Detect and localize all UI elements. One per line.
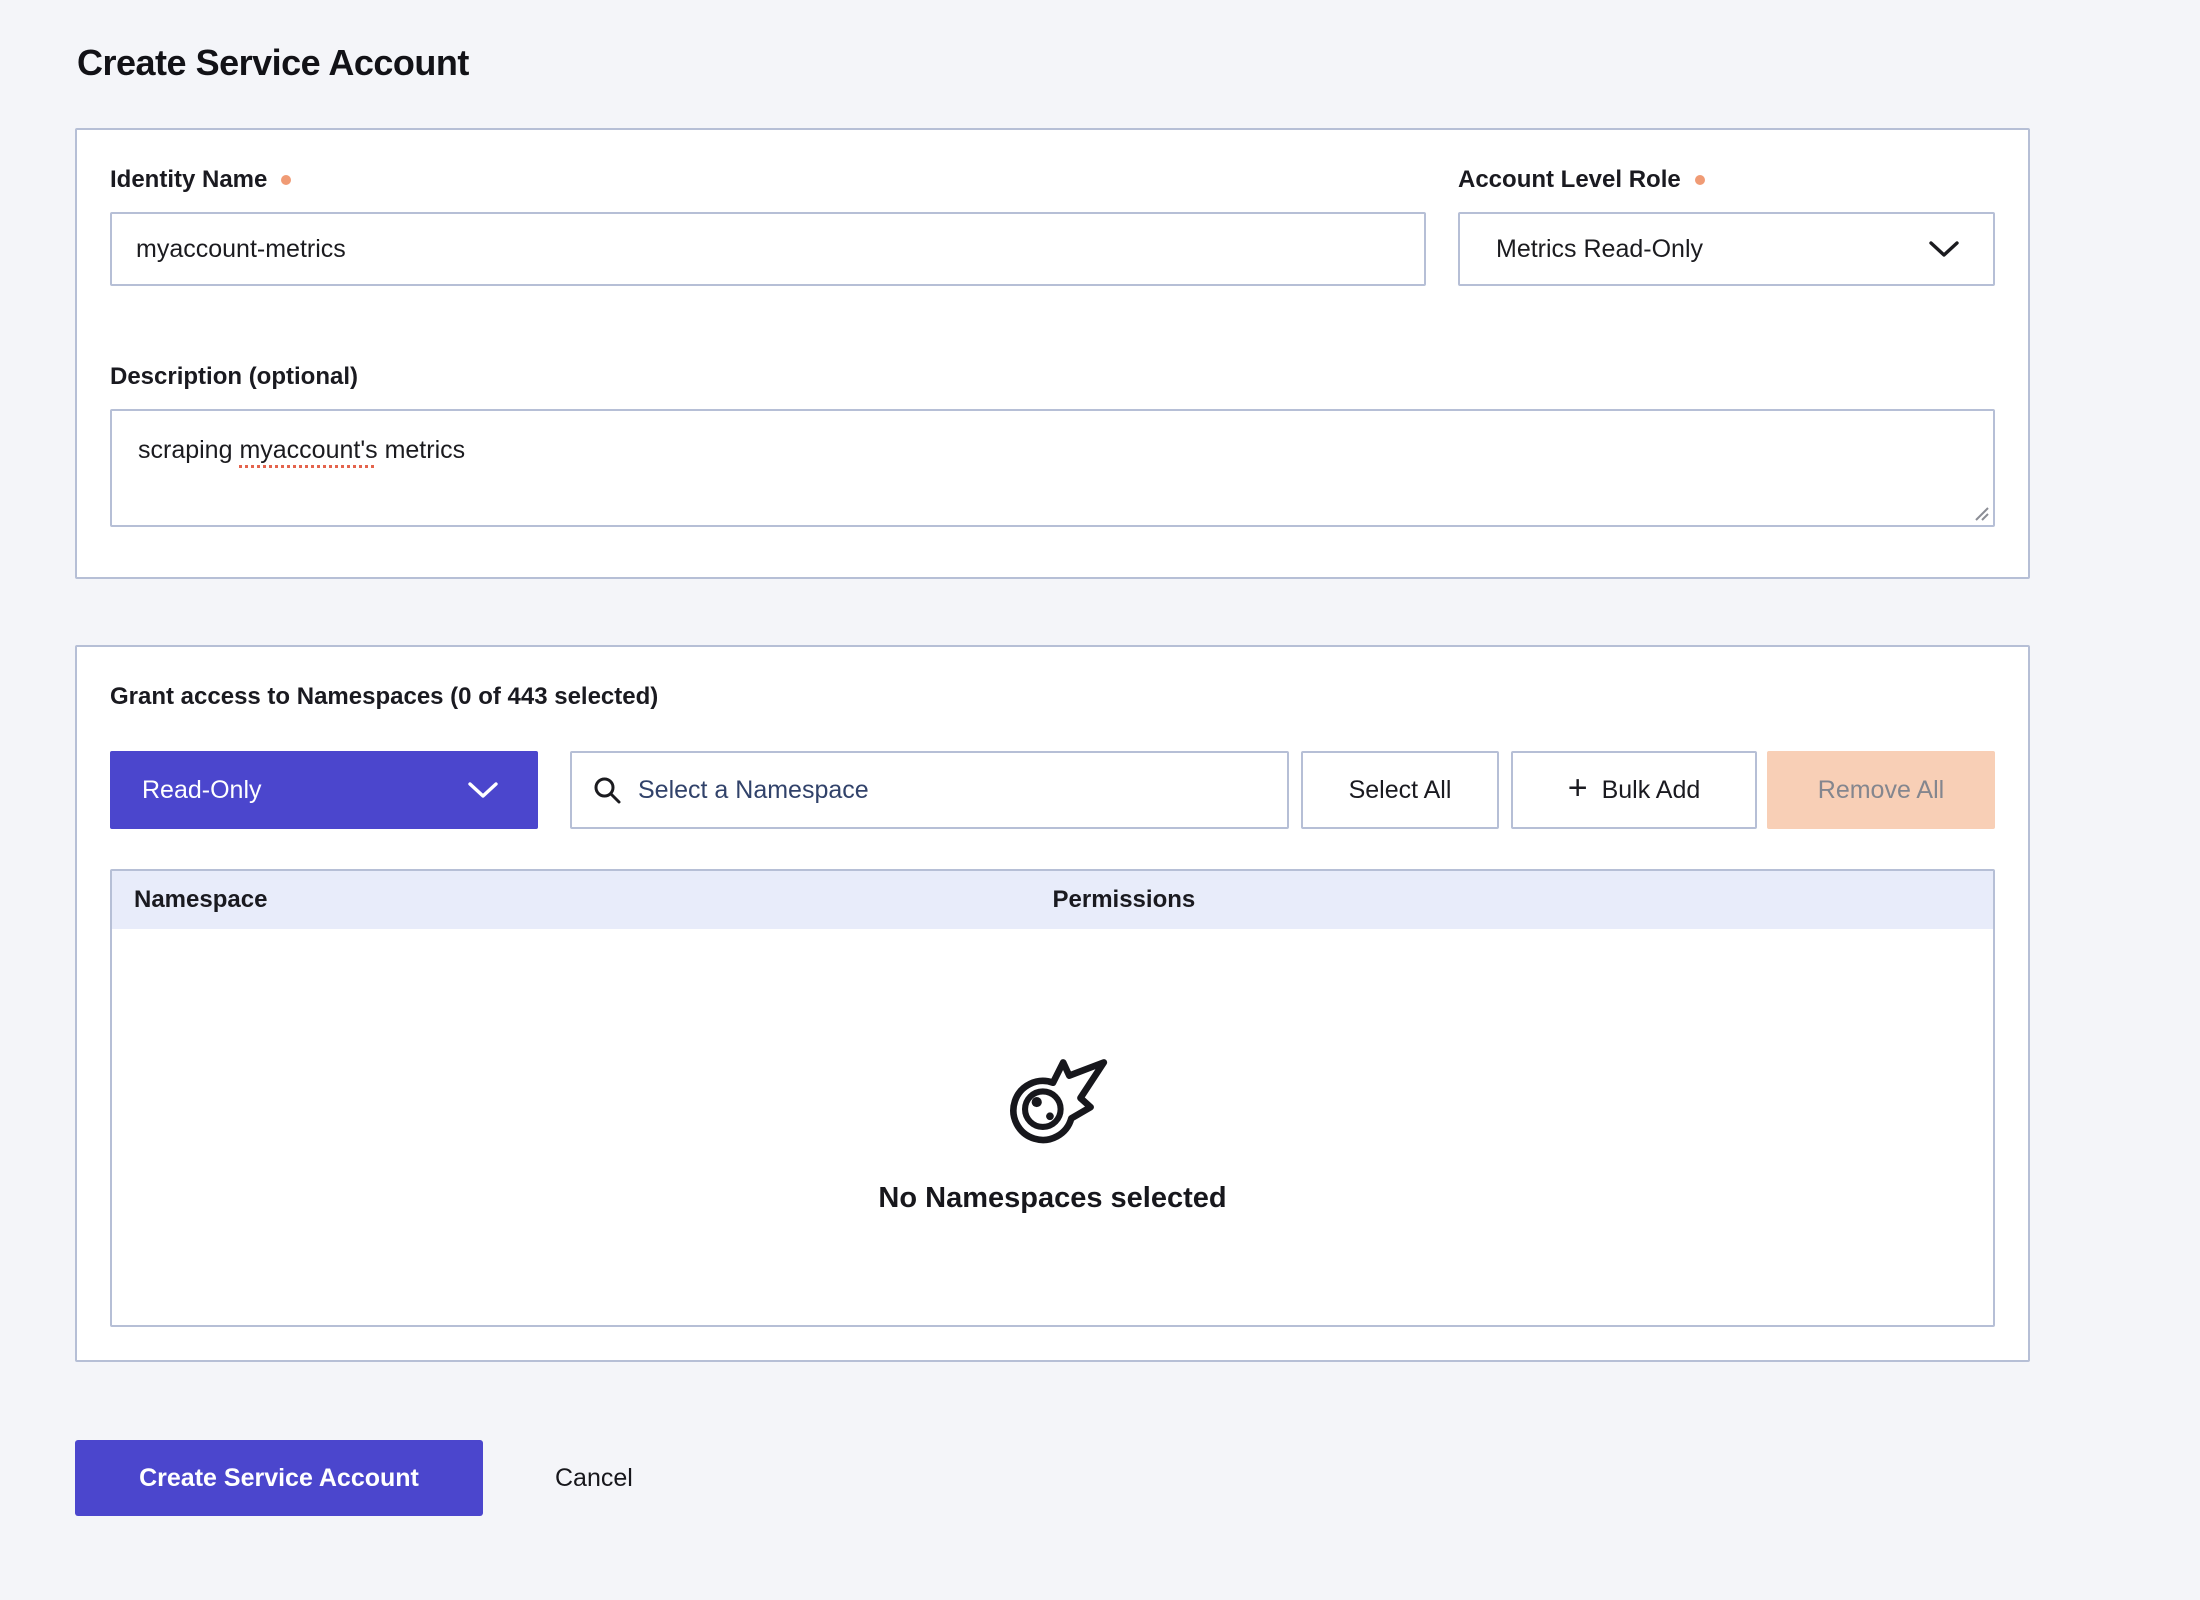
remove-all-label: Remove All: [1818, 776, 1944, 805]
required-dot-icon: [281, 175, 291, 185]
column-header-permissions: Permissions: [1053, 886, 1196, 914]
description-label: Description (optional): [110, 363, 358, 391]
namespaces-heading: Grant access to Namespaces (0 of 443 sel…: [110, 683, 1995, 711]
namespaces-table-header: Namespace Permissions: [112, 871, 1993, 929]
select-all-label: Select All: [1349, 776, 1452, 805]
account-level-role-select[interactable]: Metrics Read-Only: [1458, 212, 1995, 286]
permission-dropdown-value: Read-Only: [142, 776, 262, 805]
identity-name-input[interactable]: [110, 212, 1426, 286]
plus-icon: +: [1568, 771, 1588, 805]
account-level-role-value: Metrics Read-Only: [1496, 235, 1703, 264]
namespaces-table-body: No Namespaces selected: [112, 929, 1993, 1325]
permission-dropdown[interactable]: Read-Only: [110, 751, 538, 829]
page-title: Create Service Account: [77, 42, 2200, 84]
search-icon: [592, 775, 622, 805]
description-text-after: metrics: [378, 436, 466, 464]
identity-form-card: Identity Name Account Level Role Metrics…: [75, 128, 2030, 579]
namespace-search-input[interactable]: [638, 776, 1267, 805]
chevron-down-icon: [1929, 241, 1959, 257]
description-text-before: scraping: [138, 436, 239, 464]
required-dot-icon: [1695, 175, 1705, 185]
chevron-down-icon: [468, 782, 498, 798]
create-service-account-button[interactable]: Create Service Account: [75, 1440, 483, 1516]
bulk-add-label: Bulk Add: [1602, 776, 1701, 805]
footer-actions: Create Service Account Cancel: [75, 1440, 2200, 1516]
select-all-button[interactable]: Select All: [1301, 751, 1499, 829]
empty-state-message: No Namespaces selected: [878, 1182, 1226, 1215]
cancel-button[interactable]: Cancel: [555, 1464, 633, 1493]
comet-icon: [992, 1040, 1114, 1156]
remove-all-button[interactable]: Remove All: [1767, 751, 1995, 829]
resize-handle[interactable]: [1970, 502, 1990, 522]
namespaces-table: Namespace Permissions No Namespaces sele…: [110, 869, 1995, 1327]
column-header-namespace: Namespace: [134, 886, 267, 914]
namespaces-toolbar: Read-Only Select All + Bulk Add: [110, 751, 1995, 829]
namespaces-card: Grant access to Namespaces (0 of 443 sel…: [75, 645, 2030, 1362]
description-text-misspelled: myaccount's: [239, 436, 377, 464]
create-service-account-page: Create Service Account Identity Name Acc…: [0, 0, 2200, 1516]
identity-name-label: Identity Name: [110, 166, 267, 194]
namespace-search-box[interactable]: [570, 751, 1289, 829]
description-textarea[interactable]: scraping myaccount's metrics: [110, 409, 1995, 527]
account-level-role-label: Account Level Role: [1458, 166, 1681, 194]
bulk-add-button[interactable]: + Bulk Add: [1511, 751, 1757, 829]
